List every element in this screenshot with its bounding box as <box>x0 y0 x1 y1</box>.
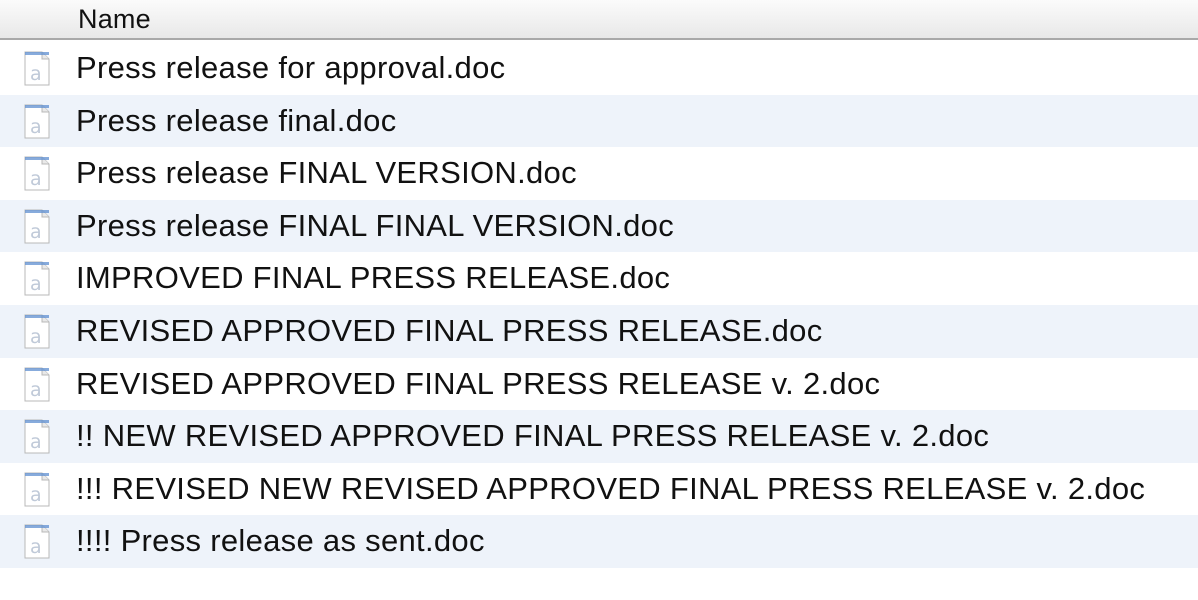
document-icon: a <box>24 524 50 559</box>
document-icon: a <box>24 51 50 86</box>
svg-text:a: a <box>30 326 42 348</box>
file-row[interactable]: a REVISED APPROVED FINAL PRESS RELEASE v… <box>0 358 1198 411</box>
file-row[interactable]: a REVISED APPROVED FINAL PRESS RELEASE.d… <box>0 304 1198 358</box>
svg-text:a: a <box>30 116 42 138</box>
file-name: !!! REVISED NEW REVISED APPROVED FINAL P… <box>76 470 1146 506</box>
file-row[interactable]: a !!! REVISED NEW REVISED APPROVED FINAL… <box>0 463 1198 516</box>
svg-text:a: a <box>30 221 42 243</box>
file-name: REVISED APPROVED FINAL PRESS RELEASE.doc <box>76 312 823 348</box>
svg-text:a: a <box>30 63 42 85</box>
document-icon: a <box>24 419 50 454</box>
svg-text:a: a <box>30 273 42 295</box>
file-name: Press release for approval.doc <box>76 50 506 85</box>
file-row[interactable]: a Press release FINAL FINAL VERSION.doc <box>0 199 1198 253</box>
file-row[interactable]: a !! NEW REVISED APPROVED FINAL PRESS RE… <box>0 410 1198 463</box>
document-icon: a <box>24 367 50 402</box>
document-icon: a <box>24 472 50 507</box>
svg-text:a: a <box>30 536 42 558</box>
svg-text:a: a <box>30 379 42 401</box>
file-list: a Press release for approval.doc a Press… <box>0 42 1198 568</box>
file-name: !! NEW REVISED APPROVED FINAL PRESS RELE… <box>76 418 990 454</box>
column-header-bar: Name <box>0 0 1198 40</box>
document-icon: a <box>24 209 50 244</box>
file-name: REVISED APPROVED FINAL PRESS RELEASE v. … <box>76 365 881 401</box>
file-row[interactable]: a !!!! Press release as sent.doc <box>0 515 1198 568</box>
file-name: Press release FINAL FINAL VERSION.doc <box>76 207 674 243</box>
file-name: Press release final.doc <box>76 102 397 138</box>
svg-text:a: a <box>30 484 42 506</box>
document-icon: a <box>24 314 50 349</box>
file-row[interactable]: a IMPROVED FINAL PRESS RELEASE.doc <box>0 252 1198 305</box>
svg-text:a: a <box>30 168 42 190</box>
finder-list-view: Name a Press release for approval.doc a … <box>0 0 1198 600</box>
file-row[interactable]: a Press release for approval.doc <box>0 42 1198 95</box>
document-icon: a <box>24 156 50 191</box>
file-row[interactable]: a Press release final.doc <box>0 94 1198 148</box>
document-icon: a <box>24 104 50 139</box>
file-row[interactable]: a Press release FINAL VERSION.doc <box>0 147 1198 200</box>
file-name: IMPROVED FINAL PRESS RELEASE.doc <box>76 260 671 296</box>
file-name: Press release FINAL VERSION.doc <box>76 155 577 191</box>
svg-text:a: a <box>30 431 42 453</box>
file-name: !!!! Press release as sent.doc <box>76 523 485 559</box>
document-icon: a <box>24 261 50 296</box>
name-column-header[interactable]: Name <box>78 2 151 36</box>
